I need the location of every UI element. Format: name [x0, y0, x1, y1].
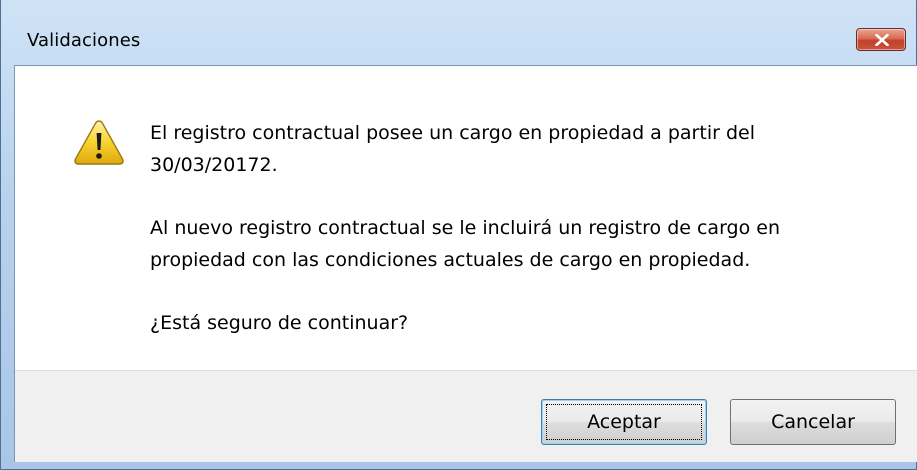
message-line: El registro contractual posee un cargo e… [150, 122, 755, 144]
message-line: propiedad con las condiciones actuales d… [150, 249, 751, 271]
message-line: 30/03/20172. [150, 154, 278, 176]
accept-button-label: Aceptar [587, 411, 661, 433]
dialog-message: El registro contractual posee un cargo e… [150, 117, 880, 339]
window-title: Validaciones [27, 30, 141, 51]
warning-icon [74, 120, 124, 165]
confirmation-question: ¿Está seguro de continuar? [150, 307, 880, 339]
question-text: ¿Está seguro de continuar? [150, 312, 409, 334]
accept-button[interactable]: Aceptar [541, 399, 707, 445]
close-button[interactable] [856, 28, 906, 51]
message-line: Al nuevo registro contractual se le incl… [150, 217, 781, 239]
dialog-body: El registro contractual posee un cargo e… [14, 65, 917, 462]
cancel-button-label: Cancelar [771, 411, 855, 433]
message-paragraph-1: El registro contractual posee un cargo e… [150, 117, 880, 181]
message-paragraph-2: Al nuevo registro contractual se le incl… [150, 212, 880, 276]
dialog-window: Validaciones El registro contractual pos… [0, 0, 917, 470]
close-x-icon [875, 34, 889, 46]
cancel-button[interactable]: Cancelar [730, 399, 896, 445]
